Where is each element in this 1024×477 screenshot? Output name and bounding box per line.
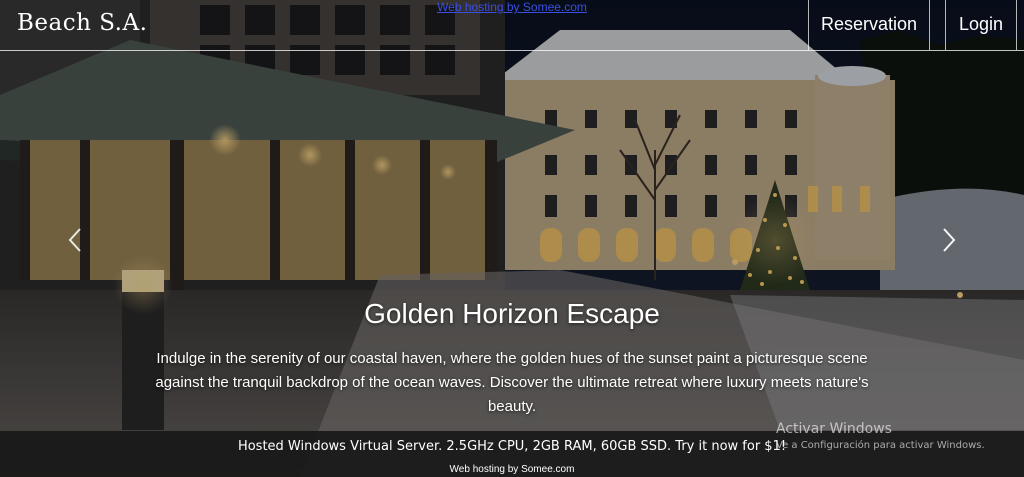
carousel-next-button[interactable] — [936, 225, 960, 255]
chevron-right-icon — [943, 228, 956, 252]
watermark-subtitle: Ve a Configuración para activar Windows. — [776, 440, 985, 451]
windows-activation-watermark: Activar Windows Ve a Configuración para … — [776, 421, 985, 451]
login-button[interactable]: Login — [945, 0, 1017, 50]
reservation-button[interactable]: Reservation — [808, 0, 930, 50]
web-hosting-link-bottom[interactable]: Web hosting by Somee.com — [0, 464, 1024, 475]
chevron-left-icon — [68, 228, 81, 252]
watermark-title: Activar Windows — [776, 421, 892, 437]
carousel-prev-button[interactable] — [64, 225, 88, 255]
carousel-title: Golden Horizon Escape — [364, 298, 660, 329]
carousel-description: Indulge in the serenity of our coastal h… — [155, 350, 869, 415]
brand-logo[interactable]: Beach S.A. — [17, 10, 147, 36]
carousel-caption: Golden Horizon Escape Indulge in the ser… — [0, 296, 1024, 419]
top-navbar: Beach S.A. Reservation Login — [0, 0, 1024, 51]
